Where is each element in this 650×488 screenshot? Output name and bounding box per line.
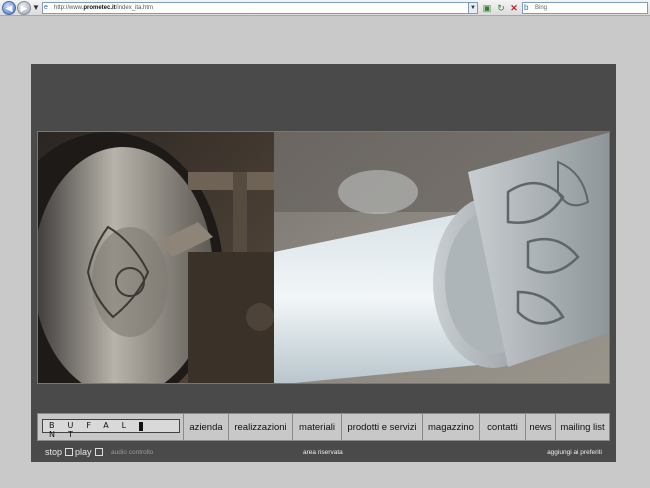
- menu-mailing-list[interactable]: mailing list: [556, 414, 609, 440]
- menu-contatti[interactable]: contatti: [480, 414, 526, 440]
- history-dropdown-icon[interactable]: ▼: [32, 3, 40, 12]
- forward-button[interactable]: ▶: [17, 1, 31, 15]
- url-host: prometec.it: [83, 5, 116, 11]
- address-bar[interactable]: e http://www.prometec.it/index_ita.htm: [42, 2, 478, 14]
- logo-bar-icon: [139, 422, 143, 431]
- compatibility-icon[interactable]: ▣: [481, 2, 493, 14]
- back-button[interactable]: ◀: [2, 1, 16, 15]
- hero-photo: [37, 131, 610, 384]
- url-prefix: http://www.: [54, 5, 84, 11]
- stop-label: stop: [45, 447, 63, 457]
- menu-realizzazioni[interactable]: realizzazioni: [229, 414, 293, 440]
- menu-magazzino[interactable]: magazzino: [423, 414, 480, 440]
- menu-materiali[interactable]: materiali: [293, 414, 342, 440]
- search-input[interactable]: b Bing: [522, 2, 648, 14]
- play-control[interactable]: play: [75, 447, 103, 457]
- main-menu: BUFAL NT azienda realizzazioni materiali…: [37, 413, 610, 441]
- stop-checkbox[interactable]: [65, 448, 74, 456]
- refresh-icon[interactable]: ↻: [495, 2, 507, 14]
- logo-box: BUFAL NT: [42, 419, 180, 439]
- address-dropdown-icon[interactable]: ▼: [468, 2, 478, 14]
- menu-prodotti-e-servizi[interactable]: prodotti e servizi: [342, 414, 423, 440]
- browser-toolbar: ◀ ▶ ▼ e http://www.prometec.it/index_ita…: [0, 0, 650, 16]
- play-checkbox[interactable]: [94, 448, 103, 456]
- stop-control[interactable]: stop: [45, 447, 74, 457]
- site-frame: BUFAL NT azienda realizzazioni materiali…: [31, 64, 616, 462]
- reserved-area-link[interactable]: area riservata: [303, 449, 343, 456]
- logo-text: BUFAL NT: [49, 421, 140, 439]
- bufalint-logo[interactable]: BUFAL NT: [38, 414, 184, 440]
- footer-bar: stop play audio controllo area riservata…: [37, 446, 610, 460]
- menu-news[interactable]: news: [526, 414, 556, 440]
- url-path: /index_ita.htm: [115, 5, 154, 11]
- stop-icon[interactable]: ✕: [508, 2, 520, 14]
- play-label: play: [75, 447, 92, 457]
- menu-azienda[interactable]: azienda: [184, 414, 229, 440]
- bing-icon: b: [524, 3, 529, 12]
- audio-control-label: audio controllo: [111, 449, 154, 456]
- add-favorites-link[interactable]: aggiungi ai preferiti: [547, 449, 602, 456]
- search-placeholder: Bing: [535, 5, 548, 11]
- page-icon: e: [44, 4, 48, 11]
